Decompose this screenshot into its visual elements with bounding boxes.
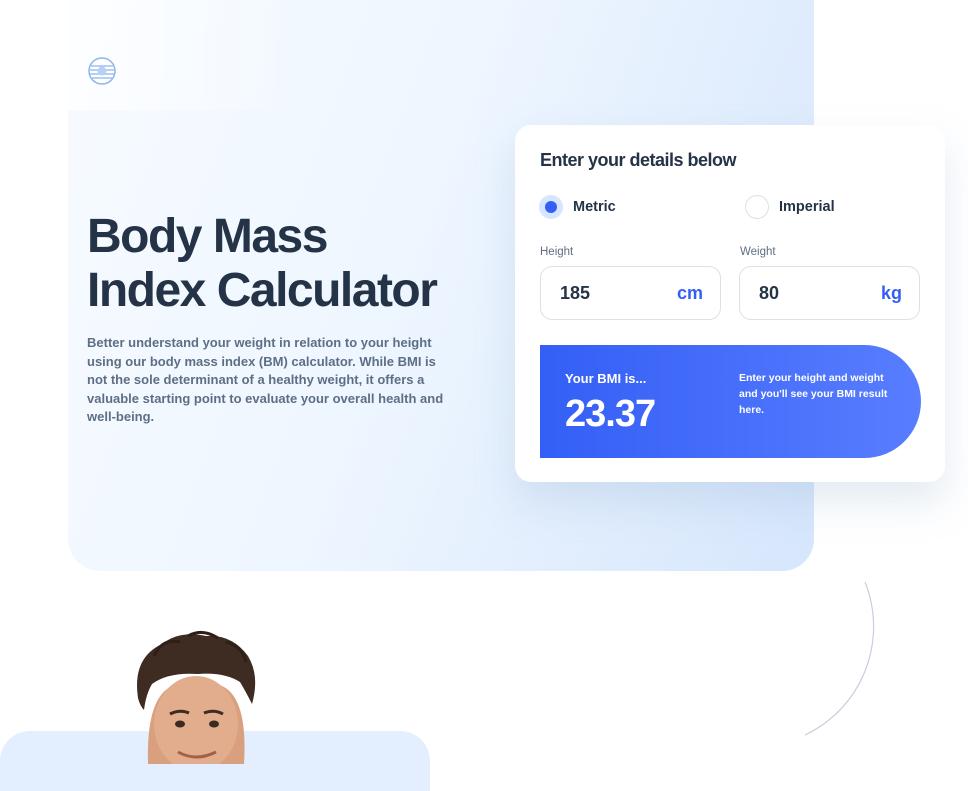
weight-value[interactable]: 80: [759, 283, 779, 304]
bmi-result-note: Enter your height and weight and you'll …: [739, 372, 888, 416]
metric-label: Metric: [573, 199, 616, 215]
bmi-result-value: 23.37: [565, 393, 656, 435]
decorative-arc: [804, 581, 875, 736]
imperial-label: Imperial: [779, 199, 835, 215]
height-value[interactable]: 185: [560, 283, 590, 304]
page-title: Body Mass Index Calculator: [87, 210, 487, 318]
imperial-radio[interactable]: [745, 195, 769, 219]
height-unit: cm: [676, 282, 703, 303]
title-line-1: Body Mass: [87, 210, 328, 263]
height-label: Height: [540, 246, 574, 258]
height-field[interactable]: 185 cm: [540, 266, 721, 320]
metric-option[interactable]: Metric: [539, 195, 616, 219]
intro-text: Better understand your weight in relatio…: [87, 335, 444, 424]
metric-radio[interactable]: [539, 195, 563, 219]
bmi-calculator-card: Enter your details below Metric Imperial…: [515, 125, 945, 482]
calculator-title: Enter your details below: [540, 150, 737, 170]
person-photo: [137, 631, 256, 764]
weight-field[interactable]: 80 kg: [739, 266, 920, 320]
bmi-result-label: Your BMI is...: [565, 371, 647, 386]
title-line-2: Index Calculator: [87, 264, 438, 317]
bmi-result-panel: Your BMI is... 23.37 Enter your height a…: [540, 345, 921, 458]
imperial-option[interactable]: Imperial: [745, 195, 835, 219]
logo-icon[interactable]: [88, 57, 116, 85]
weight-label: Weight: [740, 246, 776, 258]
weight-unit: kg: [880, 282, 902, 303]
